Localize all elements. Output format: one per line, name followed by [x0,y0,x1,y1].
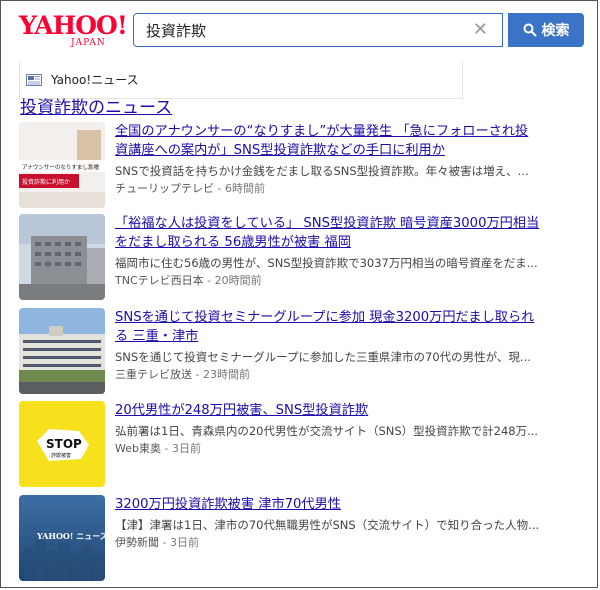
article-source: 三重テレビ放送 [115,368,192,381]
headline-line: をだまし取られる 56歳男性が被害 福岡 [115,235,351,250]
clear-icon[interactable]: ✕ [473,19,488,40]
yahoo-japan-logo[interactable]: YAHOO! JAPAN [19,11,128,48]
news-article: YAHOO! ニュース 3200万円投資詐欺被害 津市70代男性 【津】津署は1… [19,495,585,585]
thumbnail-caption: アナウンサーのなりすまし急増 [22,163,99,171]
thumbnail-image: YAHOO! ニュース [19,495,105,581]
article-time: 3日前 [169,536,199,549]
article-snippet: 【津】津署は1日、津市の70代無職男性がSNS（交流サイト）で知り合った人物..… [115,518,540,532]
article-thumbnail[interactable] [19,214,105,300]
article-snippet: 福岡市に住む56歳の男性が、SNS型投資詐欺で3037万円相当の暗号資産をだま.… [115,256,538,270]
headline-line: SNSを通じて投資セミナーグループに参加 現金3200万円だまし取られ [115,310,535,325]
article-headline[interactable]: 「裕福な人は投資をしている」 SNS型投資詐欺 暗号資産3000万円相当 をだま… [115,214,585,252]
headline-line: 「裕福な人は投資をしている」 SNS型投資詐欺 暗号資産3000万円相当 [115,216,540,231]
article-meta: 三重テレビ放送 - 23時間前 [115,366,585,383]
meta-separator: - [160,442,172,455]
search-input[interactable] [146,19,466,41]
article-meta: 伊勢新聞 - 3日前 [115,534,585,551]
search-button-label: 検索 [541,23,570,39]
search-icon [523,23,536,37]
thumbnail-image: STOP 詐欺被害 [19,401,105,487]
article-headline[interactable]: 20代男性が248万円被害、SNS型投資詐欺 [115,401,585,420]
thumbnail-image [19,214,105,300]
article-thumbnail[interactable]: アナウンサーのなりすまし急増 投資詐欺に利用か [19,122,105,208]
article-source: TNCテレビ西日本 [115,274,204,287]
article-text: SNSを通じて投資セミナーグループに参加 現金3200万円だまし取られ る 三重… [115,308,585,383]
thumbnail-caption: YAHOO! ニュース [36,531,105,541]
article-headline[interactable]: 3200万円投資詐欺被害 津市70代男性 [115,495,585,514]
headline-line: 資講座への案内が」SNS型投資詐欺などの手口に利用か [115,143,445,158]
news-icon [26,73,42,86]
article-meta: チューリップテレビ - 6時間前 [115,180,585,197]
article-snippet: SNSを通じて投資セミナーグループに参加した三重県津市の70代の男性が、現... [115,350,531,364]
logo-subtext: JAPAN [71,38,106,48]
article-snippet: 弘前署は1日、青森県内の20代男性が交流サイト（SNS）型投資詐欺で計248万.… [115,424,539,438]
headline-line: 全国のアナウンサーの“なりすまし”が大量発生 「急にフォローされ投 [115,124,529,139]
meta-separator: - [203,274,215,287]
meta-separator: - [159,536,170,549]
article-text: 全国のアナウンサーの“なりすまし”が大量発生 「急にフォローされ投 資講座への案… [115,122,585,197]
article-text: 20代男性が248万円被害、SNS型投資詐欺 弘前署は1日、青森県内の20代男性… [115,401,585,457]
article-meta: TNCテレビ西日本 - 20時間前 [115,272,585,289]
article-text: 3200万円投資詐欺被害 津市70代男性 【津】津署は1日、津市の70代無職男性… [115,495,585,551]
article-headline[interactable]: 全国のアナウンサーの“なりすまし”が大量発生 「急にフォローされ投 資講座への案… [115,122,585,160]
article-thumbnail[interactable] [19,308,105,394]
article-meta: Web東奥 - 3日前 [115,440,585,457]
thumbnail-image: アナウンサーのなりすまし急増 投資詐欺に利用か [19,122,105,208]
article-headline[interactable]: SNSを通じて投資セミナーグループに参加 現金3200万円だまし取られ る 三重… [115,308,585,346]
thumbnail-caption: 投資詐欺に利用か [22,178,70,186]
search-box: ✕ [133,13,503,47]
article-thumbnail[interactable]: YAHOO! ニュース [19,495,105,581]
article-snippet: SNSで投資話を持ちかけ金銭をだまし取るSNS型投資詐欺。年々被害は増え、... [115,164,529,178]
news-article: STOP 詐欺被害 20代男性が248万円被害、SNS型投資詐欺 弘前署は1日、… [19,401,585,491]
meta-separator: - [214,182,225,195]
thumbnail-caption: 詐欺被害 [51,452,71,459]
article-time: 23時間前 [202,368,250,381]
article-time: 20時間前 [214,274,262,287]
news-article: SNSを通じて投資セミナーグループに参加 現金3200万円だまし取られ る 三重… [19,308,585,398]
headline-line: る 三重・津市 [115,329,199,344]
article-text: 「裕福な人は投資をしている」 SNS型投資詐欺 暗号資産3000万円相当 をだま… [115,214,585,289]
headline-line: 20代男性が248万円被害、SNS型投資詐欺 [115,403,369,418]
search-button[interactable]: 検索 [508,13,584,47]
article-thumbnail[interactable]: STOP 詐欺被害 [19,401,105,487]
thumbnail-caption: STOP [46,437,82,451]
page-frame: YAHOO! JAPAN ✕ 検索 Yahoo!ニュース 投資詐欺のニュース [0,0,598,588]
source-tab-label: Yahoo!ニュース [51,73,139,87]
article-time: 3日前 [171,442,201,455]
news-article: 「裕福な人は投資をしている」 SNS型投資詐欺 暗号資産3000万円相当 をだま… [19,214,585,304]
news-article: アナウンサーのなりすまし急増 投資詐欺に利用か 全国のアナウンサーの“なりすまし… [19,122,585,212]
meta-separator: - [192,368,203,381]
logo-wordmark: YAHOO! [19,11,128,40]
headline-line: 3200万円投資詐欺被害 津市70代男性 [115,497,341,512]
article-source: 伊勢新聞 [115,536,159,549]
article-source: Web東奥 [115,442,161,455]
section-title[interactable]: 投資詐欺のニュース [20,93,172,118]
article-source: チューリップテレビ [115,182,214,195]
article-time: 6時間前 [224,182,265,195]
thumbnail-image [19,308,105,394]
